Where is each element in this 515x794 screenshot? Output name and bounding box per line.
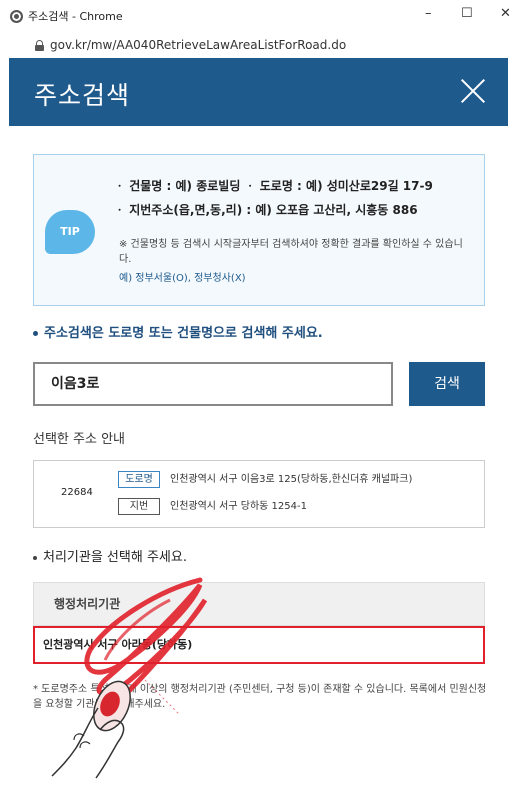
window-title: 주소검색 - Chrome — [28, 10, 123, 23]
window-close-button[interactable]: ✕ — [500, 6, 511, 21]
bullet-icon — [33, 555, 37, 560]
search-guide-text: 주소검색은 도로명 또는 건물명으로 검색해 주세요. — [44, 326, 323, 341]
search-guide: 주소검색은 도로명 또는 건물명으로 검색해 주세요. — [33, 322, 323, 341]
agency-prompt: 처리기관을 선택해 주세요. — [33, 546, 187, 565]
tip-example: 예) 정부서울(O), 정부청사(X) — [119, 273, 246, 284]
jibun-address-text: 인천광역시 서구 당하동 1254-1 — [170, 501, 307, 512]
search-input[interactable]: 이음3로 — [33, 362, 393, 406]
popup-header: 주소검색 — [9, 58, 508, 126]
road-address-text: 인천광역시 서구 이음3로 125(당하동,한신더휴 캐널파크) — [170, 474, 413, 485]
maximize-button[interactable]: ☐ — [461, 6, 473, 21]
zipcode: 22684 — [61, 487, 93, 498]
address-bar[interactable]: gov.kr/mw/AA040RetrieveLawAreaListForRoa… — [0, 34, 515, 58]
road-address-tag: 도로명 — [118, 471, 160, 488]
jibun-address-tag: 지번 — [118, 498, 160, 515]
tip-line-jibun: ㆍ 지번주소(읍,면,동,리) : 예) 오포읍 고산리, 시흥동 886 — [114, 203, 418, 217]
tip-badge: TIP — [45, 210, 95, 254]
tip-box: TIP ㆍ 건물명 : 예) 종로빌딩 ㆍ 도로명 : 예) 성미산로29길 1… — [33, 154, 485, 306]
url-text[interactable]: gov.kr/mw/AA040RetrieveLawAreaListForRoa… — [50, 38, 346, 52]
selected-address-box: 22684 도로명 인천광역시 서구 이음3로 125(당하동,한신더휴 캐널파크… — [33, 460, 485, 528]
tip-line-building-road: ㆍ 건물명 : 예) 종로빌딩 ㆍ 도로명 : 예) 성미산로29길 17-9 — [114, 179, 433, 193]
jibun-address-row: 지번 인천광역시 서구 당하동 1254-1 — [118, 497, 307, 515]
road-address-row: 도로명 인천광역시 서구 이음3로 125(당하동,한신더휴 캐널파크) — [118, 470, 412, 488]
chrome-icon — [10, 10, 23, 23]
search-button[interactable]: 검색 — [409, 362, 485, 406]
minimize-button[interactable]: – — [425, 6, 432, 21]
agency-prompt-text: 처리기관을 선택해 주세요. — [43, 550, 187, 565]
close-icon[interactable] — [460, 78, 486, 104]
browser-title-bar: 주소검색 - Chrome – ☐ ✕ — [0, 0, 515, 34]
bullet-icon — [33, 331, 38, 336]
page-title: 주소검색 — [34, 81, 131, 110]
tip-note: ※ 건물명칭 등 검색시 시작글자부터 검색하셔야 정확한 결과를 확인하실 수… — [119, 239, 463, 265]
pointing-hand-icon — [51, 680, 131, 779]
selected-address-label: 선택한 주소 안내 — [33, 432, 125, 447]
lock-icon — [35, 40, 44, 51]
